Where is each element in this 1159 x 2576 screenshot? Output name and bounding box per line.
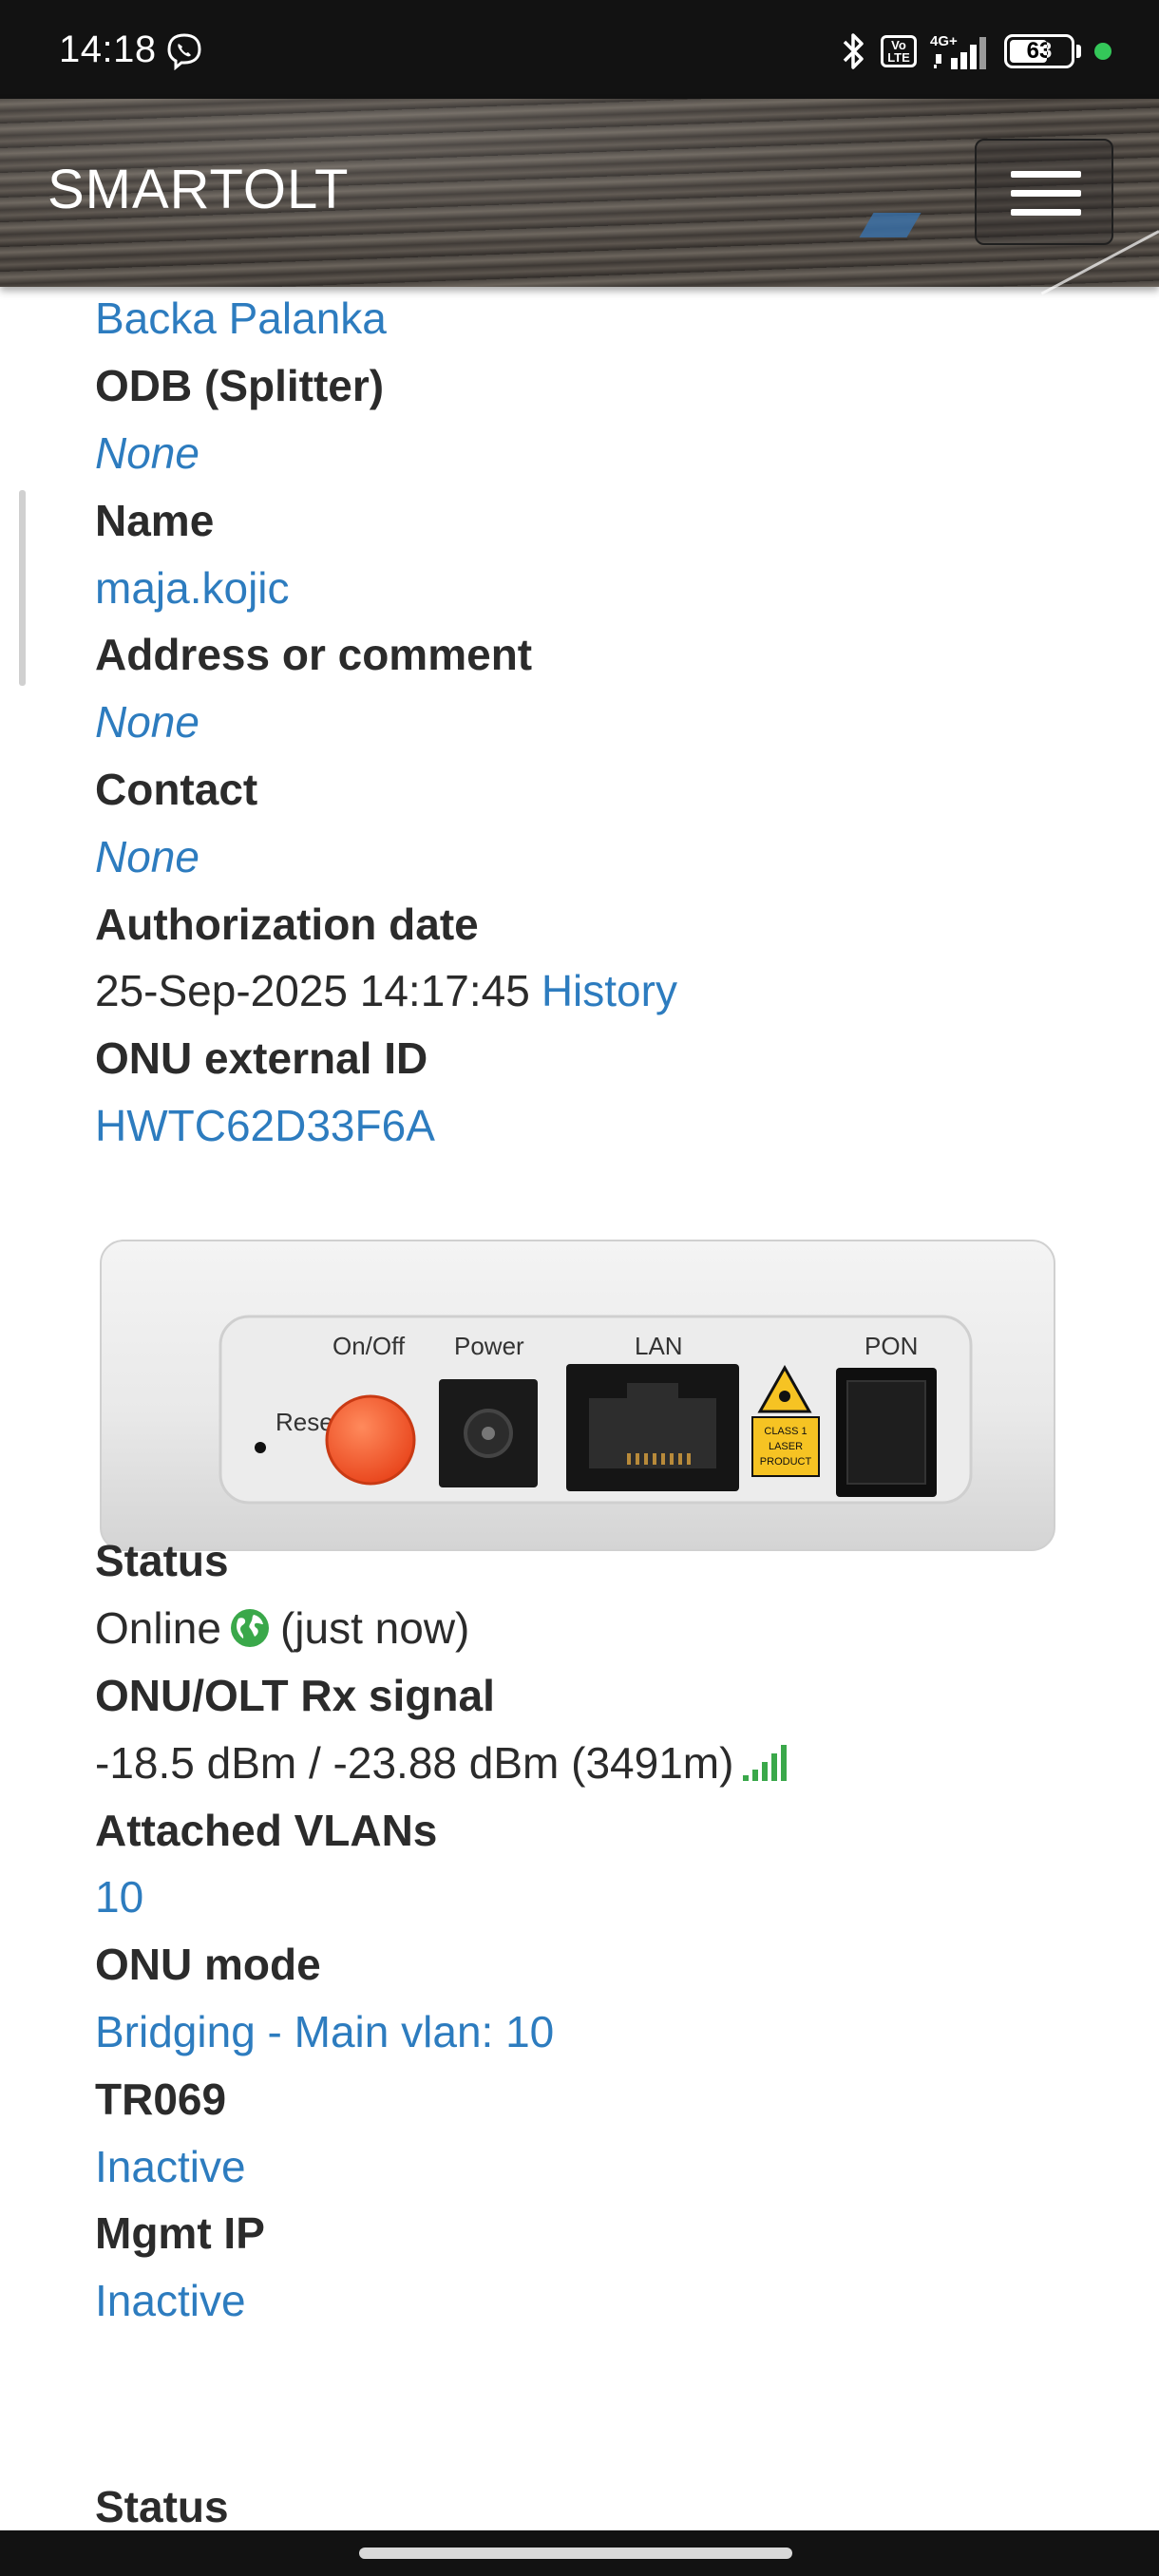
detail-row: maja.kojic bbox=[95, 554, 1121, 621]
detail-row: Attached VLANs bbox=[95, 1796, 1121, 1864]
zone-value[interactable]: Backa Palanka bbox=[95, 293, 387, 344]
detail-row: Inactive bbox=[95, 2132, 1121, 2200]
hamburger-menu-icon bbox=[1011, 209, 1081, 216]
battery-icon: 63 bbox=[1004, 34, 1074, 68]
detail-row: TR069 bbox=[95, 2065, 1121, 2132]
address-value[interactable]: None bbox=[95, 696, 200, 748]
external-id-label: ONU external ID bbox=[95, 1033, 428, 1084]
signal-label: ONU/OLT Rx signal bbox=[95, 1670, 495, 1720]
detail-row: None bbox=[95, 689, 1121, 756]
system-status-bar: 14:18 Vo LTE 4G+ 63 bbox=[0, 0, 1159, 99]
odb-label: ODB (Splitter) bbox=[95, 361, 385, 411]
mode-value[interactable]: Bridging - Main vlan: 10 bbox=[95, 2006, 554, 2057]
detail-row: Backa Palanka bbox=[95, 285, 1121, 352]
status-icons: Vo LTE 4G+ 63 bbox=[839, 30, 1112, 72]
status-section-title: Status bbox=[95, 2482, 229, 2531]
scroll-indicator[interactable] bbox=[19, 490, 26, 686]
detail-row: 10 bbox=[95, 1864, 1121, 1931]
detail-row: Online (just now) bbox=[95, 1595, 1121, 1662]
battery-tip bbox=[1076, 45, 1081, 58]
detail-row: HWTC62D33F6A bbox=[95, 1092, 1121, 1160]
power-label: Power bbox=[454, 1332, 524, 1360]
name-label: Name bbox=[95, 495, 215, 545]
onu-device-image: Reset On/Off Power LAN CLASS 1 LASER PRO… bbox=[100, 1240, 1055, 1551]
brand-logo[interactable]: SMARTOLT bbox=[48, 158, 349, 221]
detail-row: ONU mode bbox=[95, 1931, 1121, 1998]
detail-row: Address or comment bbox=[95, 621, 1121, 689]
detail-row: None bbox=[95, 823, 1121, 890]
contact-label: Contact bbox=[95, 764, 258, 814]
authorization-label: Authorization date bbox=[95, 899, 479, 949]
detail-row: Bridging - Main vlan: 10 bbox=[95, 1998, 1121, 2066]
active-dot-icon bbox=[1094, 43, 1112, 60]
name-value[interactable]: maja.kojic bbox=[95, 562, 290, 614]
app-header: SMARTOLT bbox=[0, 99, 1159, 295]
bluetooth-icon bbox=[843, 33, 864, 69]
laser-label-line: CLASS 1 bbox=[764, 1426, 807, 1437]
status-time: (just now) bbox=[279, 1603, 470, 1654]
odb-value[interactable]: None bbox=[95, 427, 200, 479]
status-value: Online bbox=[95, 1603, 221, 1654]
detail-row: Status bbox=[95, 1527, 1121, 1595]
mgmt-ip-value[interactable]: Inactive bbox=[95, 2275, 246, 2326]
signal-value: -18.5 dBm / -23.88 dBm (3491m) bbox=[95, 1737, 734, 1788]
tr069-value[interactable]: Inactive bbox=[95, 2141, 246, 2192]
mode-label: ONU mode bbox=[95, 1940, 321, 1990]
battery-level: 63 bbox=[1026, 38, 1053, 64]
lan-label: LAN bbox=[635, 1332, 683, 1360]
detail-row: Contact bbox=[95, 756, 1121, 824]
home-gesture-handle[interactable] bbox=[359, 2548, 792, 2559]
vlans-value[interactable]: 10 bbox=[95, 1871, 143, 1923]
detail-row: 25-Sep-2025 14:17:45 History bbox=[95, 957, 1121, 1025]
onoff-label: On/Off bbox=[332, 1332, 406, 1360]
viber-icon bbox=[167, 33, 201, 70]
address-label: Address or comment bbox=[95, 630, 533, 680]
system-navigation-bar bbox=[0, 2530, 1159, 2576]
mgmt-ip-label: Mgmt IP bbox=[95, 2208, 265, 2259]
volte-icon: Vo LTE bbox=[881, 35, 917, 67]
detail-row: ODB (Splitter) bbox=[95, 352, 1121, 420]
hamburger-menu-icon bbox=[1011, 190, 1081, 197]
onu-details: Backa Palanka ODB (Splitter) None Name m… bbox=[95, 285, 1121, 1159]
laser-label-line: PRODUCT bbox=[760, 1456, 812, 1468]
globe-icon bbox=[230, 1609, 269, 1648]
tr069-label: TR069 bbox=[95, 2074, 227, 2124]
detail-row: Name bbox=[95, 486, 1121, 554]
signal-icon: 4G+ bbox=[930, 33, 986, 69]
detail-row: ONU external ID bbox=[95, 1025, 1121, 1092]
network-type-label: 4G+ bbox=[930, 33, 958, 49]
detail-row: None bbox=[95, 420, 1121, 487]
status-label: Status bbox=[95, 1536, 229, 1586]
header-background-decoration bbox=[859, 213, 922, 237]
authorization-date: 25-Sep-2025 14:17:45 bbox=[95, 966, 530, 1016]
hamburger-menu-button[interactable] bbox=[975, 139, 1113, 245]
detail-row: Inactive bbox=[95, 2267, 1121, 2335]
vlans-label: Attached VLANs bbox=[95, 1805, 438, 1855]
pon-label: PON bbox=[864, 1332, 918, 1360]
detail-row: Mgmt IP bbox=[95, 2200, 1121, 2267]
detail-row: ONU/OLT Rx signal bbox=[95, 1662, 1121, 1730]
detail-row: Authorization date bbox=[95, 890, 1121, 957]
clock: 14:18 bbox=[59, 28, 157, 70]
external-id-value[interactable]: HWTC62D33F6A bbox=[95, 1100, 435, 1151]
laser-label-line: LASER bbox=[769, 1441, 803, 1452]
signal-strength-icon bbox=[743, 1744, 788, 1781]
contact-value[interactable]: None bbox=[95, 831, 200, 882]
hamburger-menu-icon bbox=[1011, 171, 1081, 178]
detail-row: -18.5 dBm / -23.88 dBm (3491m) bbox=[95, 1729, 1121, 1796]
history-link[interactable]: History bbox=[542, 965, 677, 1016]
onu-status-section: Status Online (just now) ONU/OLT Rx sign… bbox=[95, 1527, 1121, 2335]
